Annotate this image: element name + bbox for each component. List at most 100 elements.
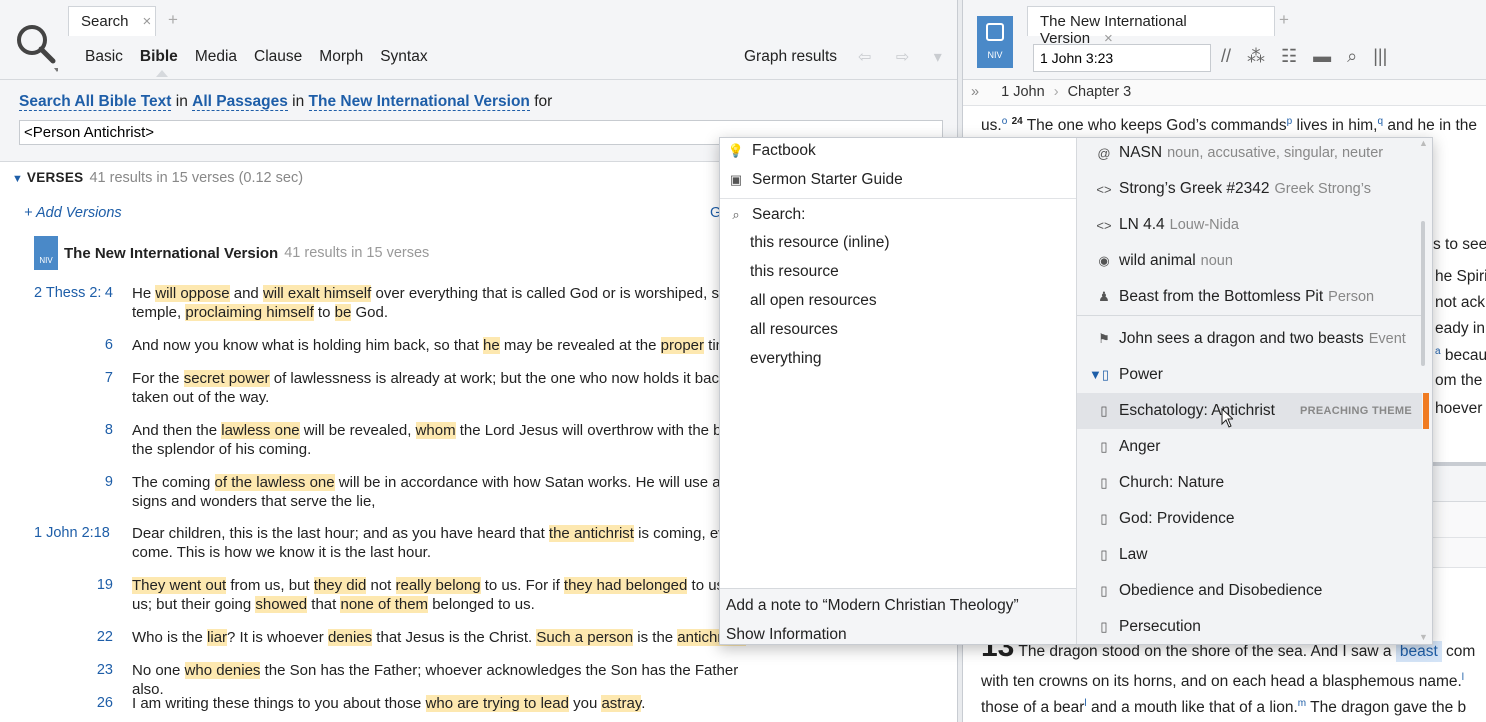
highlighted-match[interactable]: proper <box>660 337 705 354</box>
collapse-triangle-icon[interactable]: ▼ <box>12 173 23 185</box>
highlighted-match[interactable]: the antichrist <box>548 525 634 542</box>
verse-number[interactable]: 4 <box>73 284 113 303</box>
highlighted-match[interactable]: he <box>483 337 500 354</box>
scrollbar[interactable] <box>1421 221 1425 366</box>
niv-logo-icon[interactable]: NIV <box>977 16 1013 68</box>
selection-item[interactable]: ▯ Church: Nature <box>1077 465 1422 501</box>
highlighted-match[interactable]: be <box>334 304 352 321</box>
highlighted-match[interactable]: They went out <box>132 577 227 594</box>
tab-niv[interactable]: The New International Version × <box>1027 6 1275 47</box>
selection-item[interactable]: ▼▯ Power <box>1077 357 1422 393</box>
highlighted-match[interactable]: none of them <box>340 596 429 613</box>
graph-results-button[interactable]: Graph results <box>744 48 837 66</box>
passages-dropdown[interactable]: All Passages <box>192 93 288 111</box>
highlighted-match[interactable]: really belong <box>395 577 481 594</box>
verse-number[interactable]: 23 <box>73 661 113 680</box>
verse-reference[interactable]: 1 John 2:18 <box>34 524 110 543</box>
add-tab-icon[interactable]: + <box>168 10 178 30</box>
scroll-down-icon[interactable]: ▼ <box>1419 632 1428 642</box>
breadcrumb-chapter[interactable]: Chapter 3 <box>1068 84 1132 100</box>
verse-number[interactable]: 7 <box>73 369 113 388</box>
footnote-marker[interactable]: m <box>1298 698 1306 709</box>
tab-media[interactable]: Media <box>195 48 237 66</box>
bible-text: lives in him, <box>1292 117 1378 135</box>
verse-number[interactable]: 6 <box>73 336 113 355</box>
item-type-icon: ♟ <box>1098 289 1110 304</box>
tab-bible[interactable]: Bible <box>140 48 178 77</box>
highlighted-match[interactable]: will exalt himself <box>262 285 372 302</box>
scope-dropdown[interactable]: Search All Bible Text <box>19 93 172 111</box>
factbook-item[interactable]: 💡 Factbook <box>728 142 816 160</box>
selection-item[interactable]: ▯ Law <box>1077 537 1422 573</box>
divider <box>1077 315 1422 316</box>
selection-item[interactable]: ▯ Persecution <box>1077 609 1422 644</box>
search-icon[interactable] <box>14 22 58 72</box>
columns-icon[interactable]: ||| <box>1373 46 1387 67</box>
close-icon[interactable]: × <box>143 13 152 30</box>
expand-icon[interactable]: » <box>971 84 979 100</box>
parallel-icon[interactable]: // <box>1221 46 1231 67</box>
theme-accent-bar <box>1423 393 1429 429</box>
highlighted-match[interactable]: they did <box>313 577 367 594</box>
selection-item[interactable]: ▯ Anger <box>1077 429 1422 465</box>
breadcrumb-book[interactable]: 1 John <box>1001 84 1045 100</box>
item-type-icon: ▯ <box>1100 511 1108 526</box>
history-nav-icons[interactable]: ⇦ ⇨ ▾ <box>858 47 952 67</box>
verse-number[interactable]: 8 <box>73 421 113 440</box>
highlighted-match[interactable]: proclaiming himself <box>185 304 314 321</box>
search-everything[interactable]: everything <box>750 350 822 368</box>
highlighted-match[interactable]: who are trying to lead <box>425 695 569 712</box>
highlighted-match[interactable]: of the lawless one <box>214 474 335 491</box>
selection-item[interactable]: ◉ wild animal noun <box>1077 243 1422 279</box>
verse-number[interactable]: 26 <box>73 694 113 713</box>
search-all-resources[interactable]: all resources <box>750 321 838 339</box>
highlighted-match[interactable]: denies <box>327 629 373 646</box>
highlighted-match[interactable]: Such a person <box>536 629 634 646</box>
add-versions-link[interactable]: + Add Versions <box>24 205 122 221</box>
highlighted-match[interactable]: showed <box>255 596 308 613</box>
selection-item[interactable]: <> Strong’s Greek #2342 Greek Strong’s <box>1077 171 1422 207</box>
find-icon[interactable]: ⌕ <box>1347 46 1357 67</box>
visual-filters-icon[interactable]: ⁂ <box>1247 46 1265 67</box>
highlighted-match[interactable]: who denies <box>184 662 261 679</box>
tab-clause[interactable]: Clause <box>254 48 302 66</box>
footnote-marker[interactable]: o <box>1002 116 1008 127</box>
highlighted-match[interactable]: will oppose <box>155 285 230 302</box>
verse-number[interactable]: 22 <box>73 628 113 647</box>
selection-item[interactable]: ▯ Eschatology: Antichrist PREACHING THEME <box>1077 393 1429 429</box>
verse-number[interactable]: 19 <box>73 576 113 595</box>
layout-icon[interactable]: ▬ <box>1313 46 1331 67</box>
highlighted-match[interactable]: they had belonged <box>563 577 688 594</box>
selection-item[interactable]: @ NASN noun, accusative, singular, neuter <box>1077 138 1422 171</box>
highlighted-match[interactable]: lawless one <box>221 422 300 439</box>
tab-morph[interactable]: Morph <box>319 48 363 66</box>
add-tab-icon[interactable]: + <box>1279 10 1289 30</box>
selection-item[interactable]: ⚑ John sees a dragon and two beasts Event <box>1077 321 1422 357</box>
verse-number[interactable]: 9 <box>73 473 113 492</box>
resource-result-header[interactable]: NIV The New International Version 41 res… <box>34 236 429 270</box>
show-information-item[interactable]: Show Information <box>726 626 847 644</box>
reference-input[interactable] <box>1033 44 1211 72</box>
highlighted-match[interactable]: secret power <box>183 370 270 387</box>
footnote-marker[interactable]: l <box>1462 672 1464 683</box>
selection-item[interactable]: ▯ Obedience and Disobedience <box>1077 573 1422 609</box>
highlighted-match[interactable]: liar <box>207 629 228 646</box>
tab-basic[interactable]: Basic <box>85 48 123 66</box>
selection-item[interactable]: <> LN 4.4 Louw-Nida <box>1077 207 1422 243</box>
scroll-up-icon[interactable]: ▲ <box>1419 138 1428 148</box>
highlighted-match[interactable]: whom <box>415 422 456 439</box>
tab-search[interactable]: Search × <box>68 6 156 36</box>
search-this-resource-inline[interactable]: this resource (inline) <box>750 234 890 252</box>
bible-text: The dragon gave the b <box>1306 699 1467 717</box>
search-all-open-resources[interactable]: all open resources <box>750 292 877 310</box>
search-this-resource[interactable]: this resource <box>750 263 839 281</box>
selection-item[interactable]: ▯ God: Providence <box>1077 501 1422 537</box>
sermon-starter-item[interactable]: ▣ Sermon Starter Guide <box>728 171 903 189</box>
verses-section-header[interactable]: ▼ VERSES 41 results in 15 verses (0.12 sec… <box>12 170 303 186</box>
selection-item[interactable]: ♟ Beast from the Bottomless Pit Person <box>1077 279 1422 315</box>
resource-dropdown[interactable]: The New International Version <box>308 93 530 111</box>
text-display-icon[interactable]: ☷ <box>1281 46 1297 67</box>
tab-syntax[interactable]: Syntax <box>380 48 427 66</box>
add-note-item[interactable]: Add a note to “Modern Christian Theology… <box>726 597 1019 615</box>
highlighted-match[interactable]: astray <box>601 695 642 712</box>
